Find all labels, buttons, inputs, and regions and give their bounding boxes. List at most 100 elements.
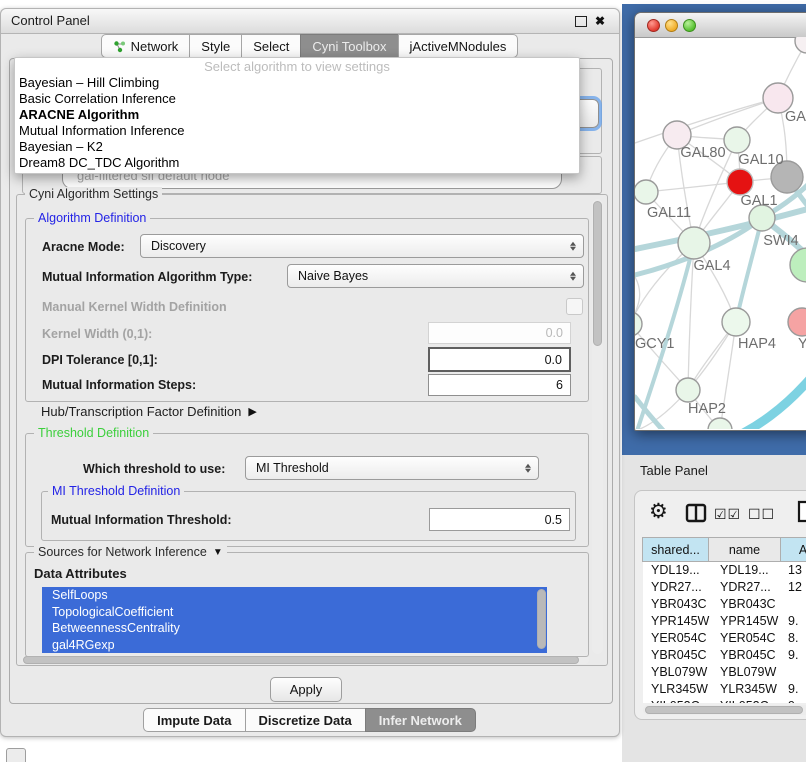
table-cell[interactable]: 9 (783, 698, 806, 703)
close-icon[interactable]: ✖ (595, 9, 605, 33)
table-cell[interactable]: YIL052C (643, 698, 710, 703)
table-row[interactable]: YBR045C YBR045C 9. (643, 647, 806, 664)
deselect-all-checkboxes-icon[interactable]: ☐☐ (748, 506, 775, 523)
table-cell[interactable] (783, 596, 806, 613)
popup-item-dream8[interactable]: Dream8 DC_TDC Algorithm (15, 155, 579, 171)
mi-steps-label: Mutual Information Steps: (42, 378, 196, 392)
split-view-icon[interactable] (685, 503, 708, 524)
mi-steps-field[interactable]: 6 (428, 374, 571, 396)
network-node[interactable] (724, 127, 750, 153)
table-cell[interactable]: YDR27... (710, 579, 783, 596)
table-cell[interactable]: YDL19... (710, 562, 783, 579)
minimized-panel-chip[interactable] (6, 748, 26, 762)
network-node[interactable] (790, 248, 806, 282)
popup-item-bayesian-k2[interactable]: Bayesian – K2 (15, 139, 579, 155)
popup-item-mutual-information[interactable]: Mutual Information Inference (15, 123, 579, 139)
table-cell[interactable] (783, 664, 806, 681)
network-node[interactable] (635, 312, 642, 336)
popup-item-aracne[interactable]: ARACNE Algorithm (15, 107, 579, 123)
table-row[interactable]: YPR145W YPR145W 9. (643, 613, 806, 630)
zoom-traffic-light[interactable] (683, 19, 696, 32)
tab-select[interactable]: Select (241, 34, 301, 58)
network-node-label: GAL1 (740, 193, 777, 209)
table-cell[interactable]: YER054C (710, 630, 783, 647)
network-node[interactable] (788, 308, 806, 336)
tab-jactivemnodules[interactable]: jActiveMNodules (398, 34, 519, 58)
table-cell[interactable]: 9. (783, 681, 806, 698)
table-cell[interactable]: 9. (783, 613, 806, 630)
table-cell[interactable]: YBL079W (710, 664, 783, 681)
table-row[interactable]: YBR043C YBR043C (643, 596, 806, 613)
table-row[interactable]: YBL079W YBL079W (643, 664, 806, 681)
network-node[interactable] (635, 180, 658, 204)
which-threshold-combo[interactable]: MI Threshold (245, 456, 539, 480)
network-node[interactable] (678, 227, 710, 259)
network-canvas[interactable]: GAL GAL80 GAL10 GAL1 GAL11 SWI4 GAL4 GCY… (635, 37, 806, 429)
network-node[interactable] (676, 378, 700, 402)
table-row[interactable]: YLR345W YLR345W 9. (643, 681, 806, 698)
sources-group-toggle[interactable]: Sources for Network Inference ▼ (34, 545, 227, 560)
attribute-item[interactable]: gal4RGexp (42, 637, 547, 654)
table-row[interactable]: YDR27... YDR27... 12 (643, 579, 806, 596)
kernel-width-field[interactable]: 0.0 (428, 322, 571, 344)
table-cell[interactable]: YLR345W (710, 681, 783, 698)
bottom-tab-impute-data[interactable]: Impute Data (143, 708, 245, 732)
popup-item-bayesian-hill-climbing[interactable]: Bayesian – Hill Climbing (15, 75, 579, 91)
network-node[interactable] (795, 37, 806, 53)
table-cell[interactable]: YBR045C (710, 647, 783, 664)
table-row[interactable]: YER054C YER054C 8. (643, 630, 806, 647)
table-cell[interactable]: 8. (783, 630, 806, 647)
table-cell[interactable]: YBR043C (643, 596, 710, 613)
table-cell[interactable]: 12 (783, 579, 806, 596)
table-row[interactable]: YIL052C YIL052C 9 (643, 698, 806, 703)
table-cell[interactable]: YBL079W (643, 664, 710, 681)
table-cell[interactable]: 9. (783, 647, 806, 664)
float-icon[interactable] (575, 16, 587, 27)
document-icon[interactable] (797, 500, 806, 523)
manual-kernel-width-checkbox[interactable] (566, 298, 583, 315)
table-cell[interactable]: YBR043C (710, 596, 783, 613)
attributes-vscrollbar-thumb[interactable] (537, 589, 546, 649)
bottom-tab-discretize-data[interactable]: Discretize Data (245, 708, 366, 732)
table-cell[interactable]: YPR145W (710, 613, 783, 630)
mi-threshold-field[interactable]: 0.5 (429, 508, 570, 531)
table-cell[interactable]: YBR045C (643, 647, 710, 664)
attribute-item[interactable]: TopologicalCoefficient (42, 604, 547, 621)
tab-network[interactable]: Network (101, 34, 191, 58)
attribute-item[interactable]: SelfLoops (42, 587, 547, 604)
network-node-selected[interactable] (727, 169, 753, 195)
sources-group: Sources for Network Inference ▼ Data Att… (25, 552, 589, 657)
table-cell[interactable]: YIL052C (710, 698, 783, 703)
control-panel-titlebar[interactable]: Control Panel ✖ (1, 9, 619, 34)
attribute-item[interactable]: BetweennessCentrality (42, 620, 547, 637)
table-cell[interactable]: YDR27... (643, 579, 710, 596)
table-cell[interactable]: YER054C (643, 630, 710, 647)
network-window-titlebar[interactable] (635, 13, 806, 38)
close-traffic-light[interactable] (647, 19, 660, 32)
bottom-tab-infer-network[interactable]: Infer Network (365, 708, 476, 732)
table-row[interactable]: YDL19... YDL19... 13 (643, 562, 806, 579)
which-threshold-label: Which threshold to use: (83, 462, 225, 476)
column-header-shared-name[interactable]: shared... (642, 537, 709, 562)
settings-vscrollbar-thumb[interactable] (593, 201, 602, 346)
popup-item-basic-correlation[interactable]: Basic Correlation Inference (15, 91, 579, 107)
gear-icon[interactable]: ⚙ (649, 499, 668, 524)
table-cell[interactable]: YPR145W (643, 613, 710, 630)
tab-style[interactable]: Style (189, 34, 242, 58)
table-cell[interactable]: YDL19... (643, 562, 710, 579)
table-cell[interactable]: 13 (783, 562, 806, 579)
column-header-name[interactable]: name (708, 537, 781, 562)
select-all-checkboxes-icon[interactable]: ☑☑ (714, 506, 741, 523)
network-node[interactable] (722, 308, 750, 336)
table-hscrollbar-thumb[interactable] (645, 706, 803, 714)
hub-section-toggle[interactable]: Hub/Transcription Factor Definition ▶ (41, 402, 257, 420)
tab-cyni-toolbox[interactable]: Cyni Toolbox (300, 34, 398, 58)
apply-button[interactable]: Apply (270, 677, 342, 702)
table-cell[interactable]: YLR345W (643, 681, 710, 698)
settings-vscrollbar-track (592, 199, 603, 654)
aracne-mode-combo[interactable]: Discovery (140, 234, 584, 258)
dpi-tolerance-field[interactable]: 0.0 (428, 347, 571, 372)
mi-algorithm-type-combo[interactable]: Naive Bayes (287, 264, 584, 288)
column-header-clipped[interactable]: A (780, 537, 806, 562)
minimize-traffic-light[interactable] (665, 19, 678, 32)
